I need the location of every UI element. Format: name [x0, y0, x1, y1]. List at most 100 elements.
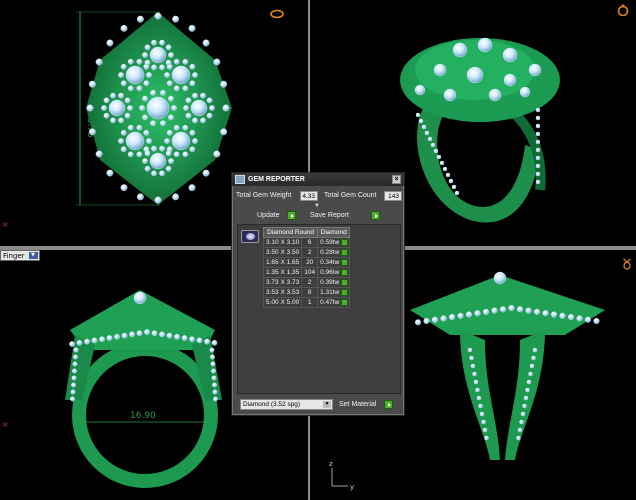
halo-diamond — [159, 39, 165, 46]
gem-count: 20 — [301, 257, 319, 268]
table-row[interactable]: 3.53 X 3.53 8 1.31tw — [262, 287, 351, 298]
side-view-diamond — [550, 311, 557, 318]
axis-y-label: y — [350, 483, 354, 491]
outer-diamond — [202, 169, 210, 177]
panel-title-bar[interactable]: GEM REPORTER × — [232, 173, 404, 186]
table-row[interactable]: 1.65 X 1.65 20 0.34tw — [262, 257, 351, 268]
side-view-diamond — [516, 306, 523, 313]
side-diamond — [70, 389, 76, 395]
update-button[interactable] — [287, 211, 296, 220]
set-material-button[interactable] — [384, 400, 393, 409]
side-view-diamond — [533, 308, 540, 315]
save-report-button[interactable] — [371, 211, 380, 220]
shank-diamond — [535, 163, 541, 169]
shank-diamond — [535, 171, 541, 177]
front-diamond — [106, 335, 113, 341]
shank-diamond — [526, 379, 532, 385]
shank-diamond — [516, 435, 521, 441]
perspective-diamond — [433, 63, 447, 77]
side-diamond — [211, 368, 216, 374]
side-view-diamond — [423, 317, 430, 324]
halo-diamond — [103, 112, 110, 119]
halo-diamond — [168, 95, 174, 102]
outer-diamond — [88, 80, 96, 88]
gem-weight: 0.34tw — [317, 257, 351, 268]
col-diamond-round: Diamond Round — [262, 227, 319, 238]
front-diamond — [121, 332, 128, 339]
halo-diamond — [165, 44, 172, 51]
total-weight-value: 4.33 — [300, 191, 318, 201]
halo-diamond — [142, 158, 148, 164]
halo-diamond — [183, 105, 189, 111]
chevron-down-icon[interactable]: ▼ — [28, 252, 38, 259]
row-select-button[interactable] — [341, 239, 349, 246]
diamond-gem-icon[interactable] — [241, 230, 259, 243]
side-view-diamond — [482, 308, 489, 315]
shank-diamond — [535, 107, 541, 113]
side-view-diamond — [431, 316, 438, 323]
close-icon[interactable]: × — [392, 175, 401, 184]
collapse-arrow-icon[interactable]: ▼ — [314, 203, 320, 209]
shank-diamond — [421, 124, 427, 130]
gem-count: 2 — [301, 277, 319, 288]
halo-diamond — [118, 72, 124, 78]
row-select-button[interactable] — [341, 279, 349, 286]
center-diamond — [149, 46, 167, 64]
halo-diamond — [142, 95, 148, 102]
row-select-button[interactable] — [341, 249, 349, 256]
table-row[interactable]: 3.73 X 3.73 2 0.39tw — [262, 277, 351, 288]
material-select-value: Diamond (3.52 spg) — [243, 401, 301, 408]
material-select[interactable]: Diamond (3.52 spg) ▼ — [240, 399, 333, 410]
row-select-button[interactable] — [341, 299, 349, 306]
ring-icon[interactable] — [270, 8, 284, 20]
halo-diamond — [136, 85, 143, 92]
halo-diamond — [166, 80, 173, 87]
halo-diamond — [185, 112, 192, 119]
shank-diamond — [470, 363, 476, 369]
halo-diamond — [151, 145, 157, 152]
halo-diamond — [144, 44, 151, 51]
shank-diamond — [531, 355, 536, 361]
ring-side-icon[interactable] — [620, 258, 634, 270]
table-row[interactable]: 3.10 X 3.10 6 0.59tw — [262, 237, 351, 248]
front-diamond — [76, 340, 83, 346]
shank-diamond — [479, 411, 485, 417]
center-diamond — [171, 131, 191, 151]
halo-diamond — [124, 112, 131, 119]
halo-diamond — [136, 124, 143, 131]
side-view-diamond — [525, 307, 532, 314]
chevron-down-icon[interactable]: ▼ — [323, 401, 331, 408]
shank-diamond — [535, 147, 541, 153]
halo-diamond — [165, 165, 172, 172]
side-view-diamond — [508, 305, 515, 312]
outer-diamond — [154, 196, 162, 204]
side-view-diamond — [542, 310, 549, 317]
side-diamond — [70, 396, 75, 402]
front-diamond — [181, 335, 188, 341]
row-select-button[interactable] — [341, 289, 349, 296]
gem-size: 3.73 X 3.73 — [262, 277, 303, 288]
halo-diamond — [150, 120, 156, 127]
table-row[interactable]: 5.00 X 5.00 1 0.47tw — [262, 297, 351, 308]
row-select-button[interactable] — [341, 269, 349, 276]
ring-orbit-icon[interactable] — [616, 4, 630, 16]
outer-diamond — [188, 184, 196, 192]
table-row[interactable]: 3.50 X 3.50 2 0.28tw — [262, 247, 351, 258]
halo-diamond — [192, 92, 198, 99]
outer-diamond — [202, 39, 210, 47]
shank-diamond — [525, 387, 530, 393]
center-diamond — [108, 99, 126, 117]
viewport-label[interactable]: Finger ▼ — [0, 250, 40, 261]
halo-diamond — [168, 52, 174, 58]
axis-x-mark-2: × — [2, 420, 9, 429]
gem-list[interactable]: Diamond Round Diamond 3.10 X 3.10 6 0.59tw… — [237, 224, 401, 394]
row-select-button[interactable] — [341, 259, 349, 266]
halo-diamond — [189, 146, 196, 153]
gem-table: Diamond Round Diamond 3.10 X 3.10 6 0.59tw… — [262, 227, 351, 308]
table-row[interactable]: 1.35 X 1.35 104 0.96tw — [262, 267, 351, 278]
shank-diamond — [522, 403, 527, 409]
outer-diamond — [222, 104, 230, 112]
outer-diamond — [120, 24, 128, 32]
halo-diamond — [182, 124, 189, 131]
halo-diamond — [120, 129, 127, 136]
